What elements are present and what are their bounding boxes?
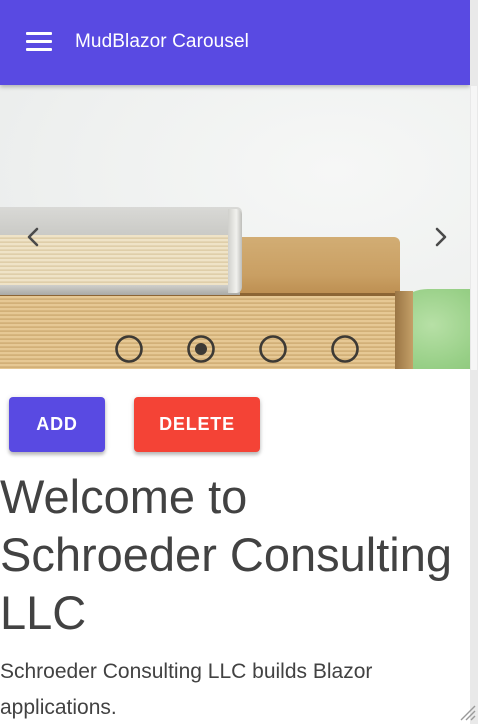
slide-image-book-edge — [395, 291, 413, 369]
menu-button[interactable] — [18, 26, 58, 60]
radio-unchecked-icon — [331, 335, 359, 363]
chevron-right-icon — [435, 227, 447, 247]
carousel-next-button[interactable] — [428, 217, 454, 257]
image-carousel[interactable] — [0, 85, 478, 369]
radio-unchecked-icon — [115, 335, 143, 363]
app-bar: MudBlazor Carousel — [0, 0, 470, 85]
delete-button[interactable]: DELETE — [134, 397, 260, 452]
slide-image-top-book-spine — [228, 209, 242, 293]
carousel-bullet-2[interactable] — [185, 333, 217, 365]
app-root: MudBlazor Carousel ADD DELETE Welcome to… — [0, 0, 478, 724]
slide-image-top-book-base — [0, 285, 240, 295]
page-description: Schroeder Consulting LLC builds Blazor a… — [0, 660, 373, 719]
radio-unchecked-icon — [259, 335, 287, 363]
page-headline: Welcome to Schroeder Consulting LLC — [0, 470, 452, 639]
vertical-scrollbar[interactable] — [470, 0, 478, 724]
carousel-bullet-1[interactable] — [113, 333, 145, 365]
radio-checked-icon — [187, 335, 215, 363]
carousel-bullet-4[interactable] — [329, 333, 361, 365]
app-title: MudBlazor Carousel — [75, 31, 249, 52]
add-button[interactable]: ADD — [9, 397, 105, 452]
scrollbar-thumb[interactable] — [471, 86, 477, 370]
chevron-left-icon — [27, 227, 39, 247]
carousel-prev-button[interactable] — [20, 217, 46, 257]
carousel-bullet-3[interactable] — [257, 333, 289, 365]
resize-grip-icon[interactable] — [455, 700, 477, 722]
